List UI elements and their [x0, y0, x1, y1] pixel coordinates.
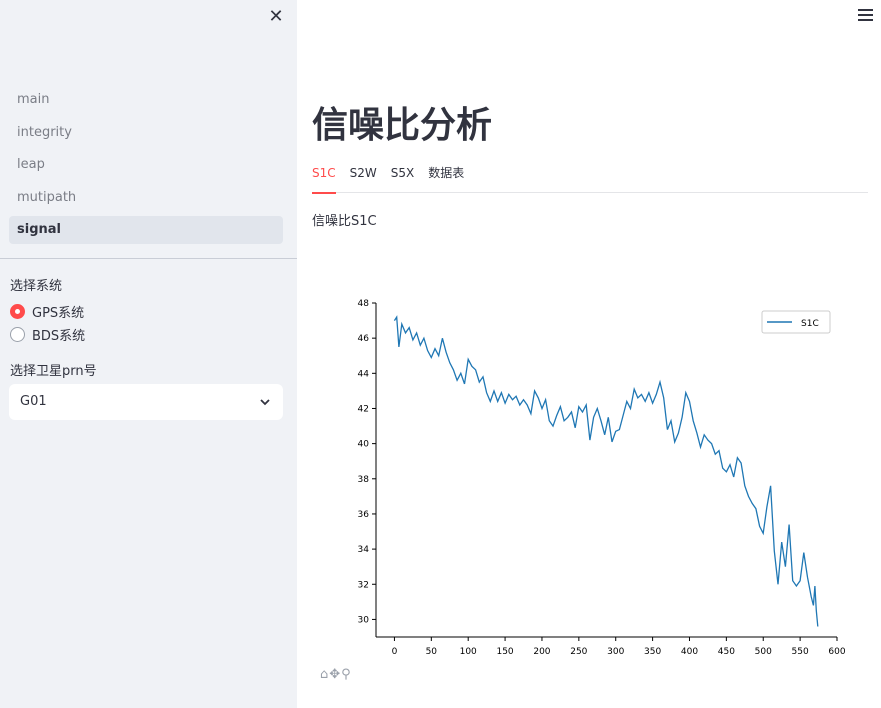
sidebar-divider: [0, 258, 297, 259]
home-icon[interactable]: ⌂: [320, 667, 328, 682]
chevron-down-icon: [260, 399, 270, 406]
radio-bds[interactable]: BDS系统: [10, 325, 85, 344]
y-tick-label: 34: [358, 545, 370, 555]
tab-data-table[interactable]: 数据表: [428, 163, 464, 193]
x-tick-label: 300: [607, 647, 624, 657]
system-label: 选择系统: [10, 279, 63, 294]
radio-selected-icon[interactable]: [10, 304, 25, 319]
prn-selected-value: G01: [20, 394, 47, 409]
y-tick-label: 40: [358, 440, 370, 450]
x-tick-label: 400: [681, 647, 698, 657]
x-tick-label: 0: [392, 647, 398, 657]
y-tick-label: 30: [358, 615, 370, 625]
sidebar-item-integrity[interactable]: integrity: [9, 119, 283, 147]
hamburger-icon[interactable]: [858, 9, 873, 23]
legend-label: S1C: [801, 319, 819, 329]
prn-label: 选择卫星prn号: [10, 364, 97, 379]
x-tick-label: 100: [460, 647, 477, 657]
tab-bar: S1C S2W S5X 数据表: [312, 163, 868, 194]
sidebar-item-mutipath[interactable]: mutipath: [9, 184, 283, 212]
chart-subtitle: 信噪比S1C: [312, 214, 377, 229]
x-tick-label: 250: [570, 647, 587, 657]
series-line-s1c: [393, 315, 819, 627]
close-icon[interactable]: ✕: [266, 7, 286, 27]
pan-icon[interactable]: ✥: [329, 667, 340, 682]
y-tick-label: 32: [358, 580, 369, 590]
x-tick-label: 600: [828, 647, 845, 657]
sidebar-item-main[interactable]: main: [9, 86, 283, 114]
x-tick-label: 350: [644, 647, 661, 657]
x-tick-label: 150: [496, 647, 513, 657]
sidebar-nav: main integrity leap mutipath signal: [9, 86, 283, 249]
sidebar-item-signal[interactable]: signal: [9, 216, 283, 244]
tab-s1c[interactable]: S1C: [312, 163, 336, 194]
radio-bds-label: BDS系统: [32, 329, 86, 344]
y-tick-label: 48: [358, 299, 370, 309]
y-tick-label: 44: [358, 369, 370, 379]
page-title: 信噪比分析: [312, 105, 493, 146]
x-tick-label: 200: [533, 647, 550, 657]
sidebar: ✕ main integrity leap mutipath signal 选择…: [0, 0, 297, 708]
x-tick-label: 450: [718, 647, 735, 657]
y-tick-label: 42: [358, 404, 369, 414]
x-tick-label: 50: [426, 647, 438, 657]
tab-s5x[interactable]: S5X: [391, 163, 414, 193]
radio-gps[interactable]: GPS系统: [10, 302, 84, 321]
zoom-icon[interactable]: ⚲: [341, 667, 351, 682]
x-tick-label: 500: [755, 647, 772, 657]
chart-toolbar: ⌂ ✥ ⚲: [320, 667, 351, 682]
x-tick-label: 550: [792, 647, 809, 657]
sidebar-item-leap[interactable]: leap: [9, 151, 283, 179]
tab-s2w[interactable]: S2W: [350, 163, 377, 193]
radio-unselected-icon[interactable]: [10, 327, 25, 342]
y-tick-label: 36: [358, 510, 370, 520]
snr-line-chart: 0 50 100 150 200 250 300 350 400 450 500 550 600 30 32…: [358, 299, 846, 657]
radio-gps-label: GPS系统: [32, 306, 85, 321]
prn-select[interactable]: G01: [9, 384, 283, 420]
y-tick-label: 46: [358, 334, 370, 344]
y-tick-label: 38: [358, 475, 370, 485]
